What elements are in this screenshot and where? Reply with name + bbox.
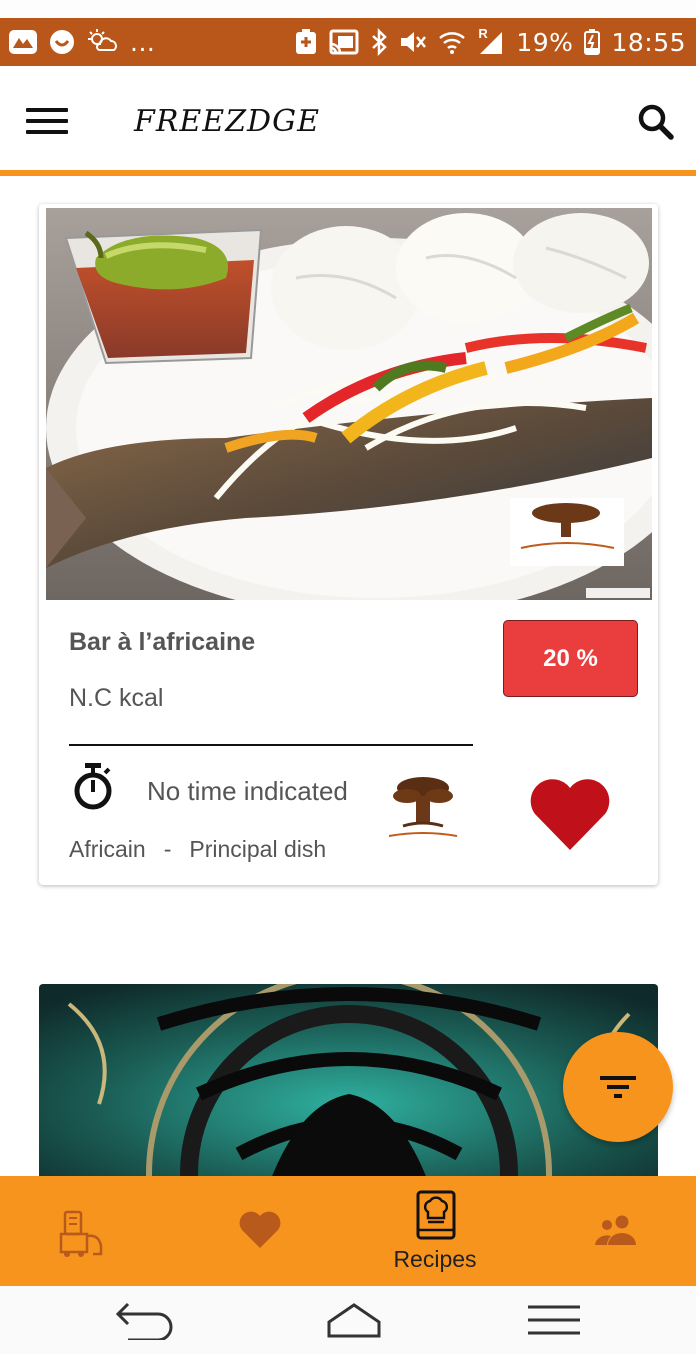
heart-icon [239,1211,281,1248]
discount-badge: 20 % [503,620,638,697]
roaming-indicator: R [478,26,488,41]
nav-fridge[interactable] [0,1176,174,1286]
hamburger-menu-icon [26,108,68,112]
recipe-time: No time indicated [147,776,348,806]
recipe-tags: Africain - Principal dish [69,836,326,863]
app-title: FREEZDGE [134,104,320,139]
battery-charging-icon [583,28,601,56]
battery-percent: 19% [516,27,574,57]
recent-apps-icon [528,1305,580,1335]
status-left: ... [8,28,155,57]
system-nav-bar [0,1286,696,1354]
chat-notification-icon [48,28,76,56]
weather-notification-icon [86,28,120,56]
status-overflow-text: ... [130,27,156,57]
app-bar [0,66,696,172]
top-strip [0,0,696,18]
recipe-kcal: N.C kcal [69,684,164,712]
status-time: 18:55 [611,27,686,57]
menu-button[interactable] [26,108,68,138]
recipe-image[interactable] [46,208,652,600]
wifi-icon [438,28,466,56]
status-bar: ... R 19% 18:55 [0,18,696,66]
heart-icon [530,779,610,850]
recent-apps-button[interactable] [526,1300,582,1345]
battery-saver-icon [294,28,318,56]
signal-roaming-icon: R [476,26,506,56]
mute-icon [398,28,428,56]
tag-separator: - [163,836,172,862]
filter-icon [600,1076,636,1098]
nav-recipes-label: Recipes [393,1246,477,1272]
recipe-cuisine: Africain [69,836,146,862]
home-button[interactable] [326,1300,382,1345]
back-button[interactable] [114,1300,176,1345]
status-right: R 19% 18:55 [294,26,686,57]
nav-recipes[interactable]: Recipes [348,1176,522,1286]
search-button[interactable] [636,102,676,142]
bottom-nav: Recipes [0,1176,696,1286]
search-icon [638,104,674,140]
recipe-title[interactable]: Bar à l’africaine [69,628,255,657]
cast-icon [328,28,360,56]
nav-community[interactable] [522,1176,696,1286]
favorite-button[interactable] [527,774,613,854]
fridge-icon [59,1210,103,1257]
people-icon [595,1215,636,1245]
home-icon [327,1303,381,1338]
app-bar-accent-line [0,170,696,176]
card-divider [69,744,473,746]
bluetooth-icon [370,28,388,56]
back-icon [115,1302,173,1342]
timer-icon [74,763,112,810]
recipe-card[interactable]: Bar à l’africaine N.C kcal 20 % No time … [39,204,658,885]
nav-favorites[interactable] [174,1176,348,1286]
brand-logo [388,777,458,837]
cookbook-icon [416,1190,456,1240]
filter-fab[interactable] [563,1032,673,1142]
gallery-notification-icon [8,28,38,56]
recipe-category: Principal dish [189,836,327,862]
